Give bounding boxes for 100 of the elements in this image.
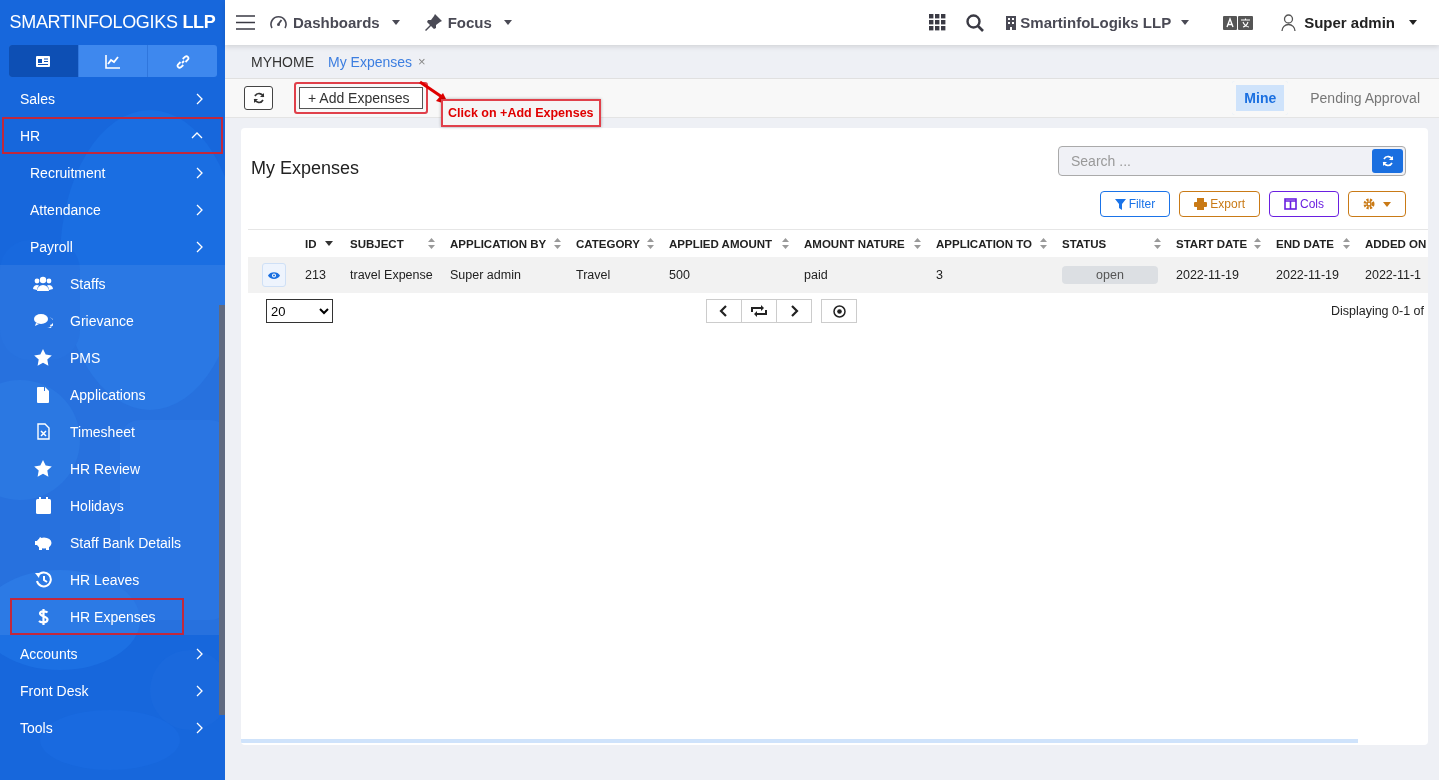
- refresh-icon: [1381, 155, 1394, 167]
- record-count: Displaying 0-1 of: [1330, 304, 1425, 318]
- page-tab[interactable]: MYHOME: [251, 53, 314, 70]
- spreadsheet-icon: [36, 423, 50, 440]
- table-cell: 3: [931, 257, 1057, 293]
- chevron-right-icon: [196, 203, 203, 216]
- brand-logo: SMARTINFOLOGIKS LLP: [9, 12, 216, 33]
- view-tab[interactable]: Pending Approval: [1302, 85, 1428, 111]
- action-button[interactable]: Filter: [1099, 191, 1171, 217]
- table-cell: paid: [799, 257, 931, 293]
- sidebar-link[interactable]: HR Expenses: [10, 598, 184, 635]
- sort-icon: [1040, 238, 1047, 249]
- sidebar-item[interactable]: Recruitment: [2, 154, 223, 191]
- view-tab[interactable]: Mine: [1232, 81, 1289, 115]
- star-icon: [34, 460, 52, 477]
- sort-icon: [914, 238, 921, 249]
- user-icon: [1281, 14, 1297, 31]
- user-menu[interactable]: Super admin: [1281, 14, 1425, 31]
- nav-menu[interactable]: Focus: [424, 14, 520, 31]
- sidebar-item[interactable]: Front Desk: [2, 672, 223, 709]
- page-tab[interactable]: My Expenses ×: [328, 53, 426, 70]
- status-badge: open: [1062, 266, 1158, 284]
- table-cell: 500: [664, 257, 799, 293]
- action-button[interactable]: Cols: [1269, 191, 1339, 217]
- refresh-icon: [252, 92, 265, 104]
- annotation-label: Click on +Add Expenses: [441, 99, 601, 127]
- chevron-right-icon: [789, 305, 799, 317]
- search-field[interactable]: Search ...: [1058, 146, 1406, 176]
- chevron-right-icon: [196, 647, 203, 660]
- sidebar-link[interactable]: Staff Bank Details: [10, 524, 210, 561]
- table-cell: 2022-11-1: [1360, 257, 1428, 293]
- history-icon: [34, 571, 52, 588]
- chevron-right-icon: [196, 166, 203, 179]
- table-cell: 2022-11-19: [1171, 257, 1271, 293]
- table-cell: 2022-11-19: [1271, 257, 1360, 293]
- line-chart-icon: [105, 53, 121, 69]
- chevron-right-icon: [196, 240, 203, 253]
- caret-icon: [1181, 20, 1190, 25]
- sidebar-link[interactable]: HR Review: [10, 450, 168, 487]
- view-button[interactable]: [262, 263, 286, 287]
- sort-icon: [428, 238, 435, 249]
- sort-icon: [782, 238, 789, 249]
- id-card-icon: [35, 53, 52, 69]
- building-icon: [1006, 15, 1017, 30]
- sidebar-link[interactable]: PMS: [10, 339, 129, 376]
- table-cell: Travel: [571, 257, 664, 293]
- repeat-icon: [751, 305, 767, 317]
- pager-button[interactable]: [776, 299, 812, 323]
- filter-icon: [1114, 198, 1126, 210]
- action-button[interactable]: Export: [1179, 191, 1260, 217]
- pager-button[interactable]: [741, 299, 777, 323]
- scrollbar[interactable]: [219, 305, 225, 715]
- columns-icon: [1284, 198, 1297, 210]
- chat-icon: [33, 313, 53, 328]
- star-icon: [34, 349, 52, 366]
- caret-icon: [503, 20, 512, 25]
- sidebar-item[interactable]: HR: [2, 117, 223, 154]
- nav-menu[interactable]: Dashboards: [270, 14, 408, 31]
- refresh-button[interactable]: [244, 86, 273, 110]
- table-cell: travel Expense: [345, 257, 445, 293]
- pin-icon: [424, 14, 442, 31]
- pager-button[interactable]: [706, 299, 742, 323]
- sidebar-link[interactable]: Staffs: [10, 265, 134, 302]
- sort-icon: [1254, 238, 1261, 249]
- sidebar-link[interactable]: Grievance: [10, 302, 162, 339]
- action-button[interactable]: [1348, 191, 1406, 217]
- caret-icon: [391, 20, 400, 25]
- sidebar-tab[interactable]: [9, 45, 78, 77]
- eye-icon: [268, 270, 280, 280]
- gear-icon: [1363, 198, 1375, 210]
- sort-icon: [647, 238, 654, 249]
- company-menu[interactable]: SmartinfoLogiks LLP: [1006, 14, 1198, 31]
- toggle-button[interactable]: [821, 299, 857, 323]
- chevron-right-icon: [196, 721, 203, 734]
- chevron-right-icon: [196, 684, 203, 697]
- sidebar-item[interactable]: Attendance: [2, 191, 223, 228]
- sidebar-link[interactable]: Holidays: [10, 487, 152, 524]
- sidebar-item[interactable]: Tools: [2, 709, 223, 746]
- apps-grid-icon[interactable]: [929, 14, 947, 31]
- page-size-select[interactable]: 20: [266, 299, 333, 323]
- table-cell: Super admin: [445, 257, 571, 293]
- add-expenses-button[interactable]: + Add Expenses: [294, 82, 428, 114]
- chevron-left-icon: [719, 305, 729, 317]
- sidebar-item[interactable]: Sales: [2, 80, 223, 117]
- target-icon: [832, 304, 846, 318]
- sidebar-item[interactable]: Accounts: [2, 635, 223, 672]
- sidebar-item[interactable]: Payroll: [2, 228, 223, 265]
- link-icon: [174, 53, 191, 69]
- menu-icon[interactable]: [236, 15, 255, 30]
- sidebar-link[interactable]: HR Leaves: [10, 561, 168, 598]
- caret-icon: [1383, 201, 1391, 207]
- table-cell: 213: [300, 257, 345, 293]
- translate-icon[interactable]: [1223, 14, 1254, 31]
- search-icon[interactable]: [966, 13, 985, 32]
- sidebar-link[interactable]: Timesheet: [10, 413, 163, 450]
- sort-down-icon: [324, 241, 333, 246]
- dollar-icon: [37, 607, 49, 626]
- piggy-bank-icon: [33, 535, 53, 550]
- sidebar-link[interactable]: Applications: [10, 376, 174, 413]
- scrollbar[interactable]: [241, 739, 1358, 743]
